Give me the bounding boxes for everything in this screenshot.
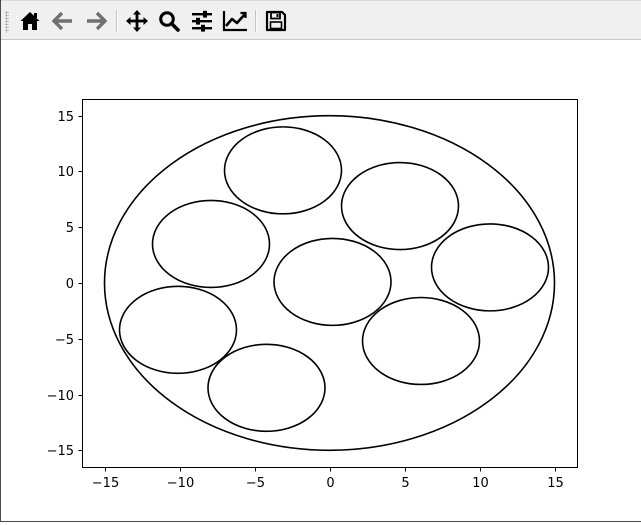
inner-circle-5 bbox=[361, 296, 481, 386]
pan-button[interactable] bbox=[123, 7, 151, 35]
magnifier-icon bbox=[159, 11, 180, 32]
circle-plot[interactable]: −15 −10 −5 0 5 10 15 −15 −10 −5 0 5 10 15 bbox=[1, 41, 641, 521]
y-tick-label: −5 bbox=[55, 333, 74, 348]
axes-frame bbox=[82, 99, 578, 468]
arrow-left-icon bbox=[52, 11, 72, 31]
floppy-disk-icon bbox=[265, 10, 287, 32]
sliders-icon bbox=[192, 10, 212, 32]
navigation-toolbar bbox=[1, 0, 641, 40]
toolbar-separator bbox=[116, 10, 118, 32]
inner-circle-3 bbox=[340, 161, 460, 251]
move-icon bbox=[126, 10, 148, 32]
inner-circle-6 bbox=[207, 343, 326, 433]
y-tick-label: −15 bbox=[47, 444, 74, 459]
inner-circle-1 bbox=[273, 237, 392, 327]
arrow-right-icon bbox=[87, 11, 107, 31]
configure-subplots-button[interactable] bbox=[188, 7, 216, 35]
y-axis: −15 −10 −5 0 5 10 15 bbox=[47, 110, 83, 459]
toolbar-separator bbox=[255, 10, 257, 32]
x-tick-label: −10 bbox=[167, 476, 194, 491]
x-axis: −15 −10 −5 0 5 10 15 bbox=[92, 467, 564, 491]
y-tick-label: 15 bbox=[57, 110, 74, 125]
x-tick-label: 10 bbox=[472, 476, 489, 491]
x-tick-label: −5 bbox=[246, 476, 265, 491]
home-button[interactable] bbox=[16, 7, 44, 35]
edit-axis-button[interactable] bbox=[221, 7, 249, 35]
home-icon bbox=[20, 12, 40, 30]
y-tick-label: −10 bbox=[47, 389, 74, 404]
y-tick-label: 0 bbox=[66, 277, 74, 292]
y-tick-label: 10 bbox=[57, 165, 74, 180]
x-tick-label: 0 bbox=[326, 476, 334, 491]
figure-window: −15 −10 −5 0 5 10 15 −15 −10 −5 0 5 10 15 bbox=[0, 0, 641, 522]
toolbar-grip-handle[interactable] bbox=[5, 11, 9, 33]
inner-circle-8 bbox=[151, 199, 271, 289]
x-tick-label: 5 bbox=[401, 476, 409, 491]
line-chart-icon bbox=[222, 11, 247, 32]
forward-button[interactable] bbox=[82, 7, 110, 35]
y-tick-label: 5 bbox=[66, 221, 74, 236]
figure-canvas[interactable]: −15 −10 −5 0 5 10 15 −15 −10 −5 0 5 10 15 bbox=[1, 41, 641, 521]
circles-layer bbox=[103, 114, 556, 452]
back-button[interactable] bbox=[49, 7, 77, 35]
zoom-button[interactable] bbox=[155, 7, 183, 35]
x-tick-label: 15 bbox=[547, 476, 564, 491]
inner-circle-2 bbox=[223, 126, 343, 215]
outer-circle bbox=[103, 114, 556, 452]
inner-circle-7 bbox=[118, 285, 238, 375]
save-button[interactable] bbox=[262, 7, 290, 35]
inner-circle-4 bbox=[430, 223, 550, 312]
x-tick-label: −15 bbox=[92, 476, 119, 491]
